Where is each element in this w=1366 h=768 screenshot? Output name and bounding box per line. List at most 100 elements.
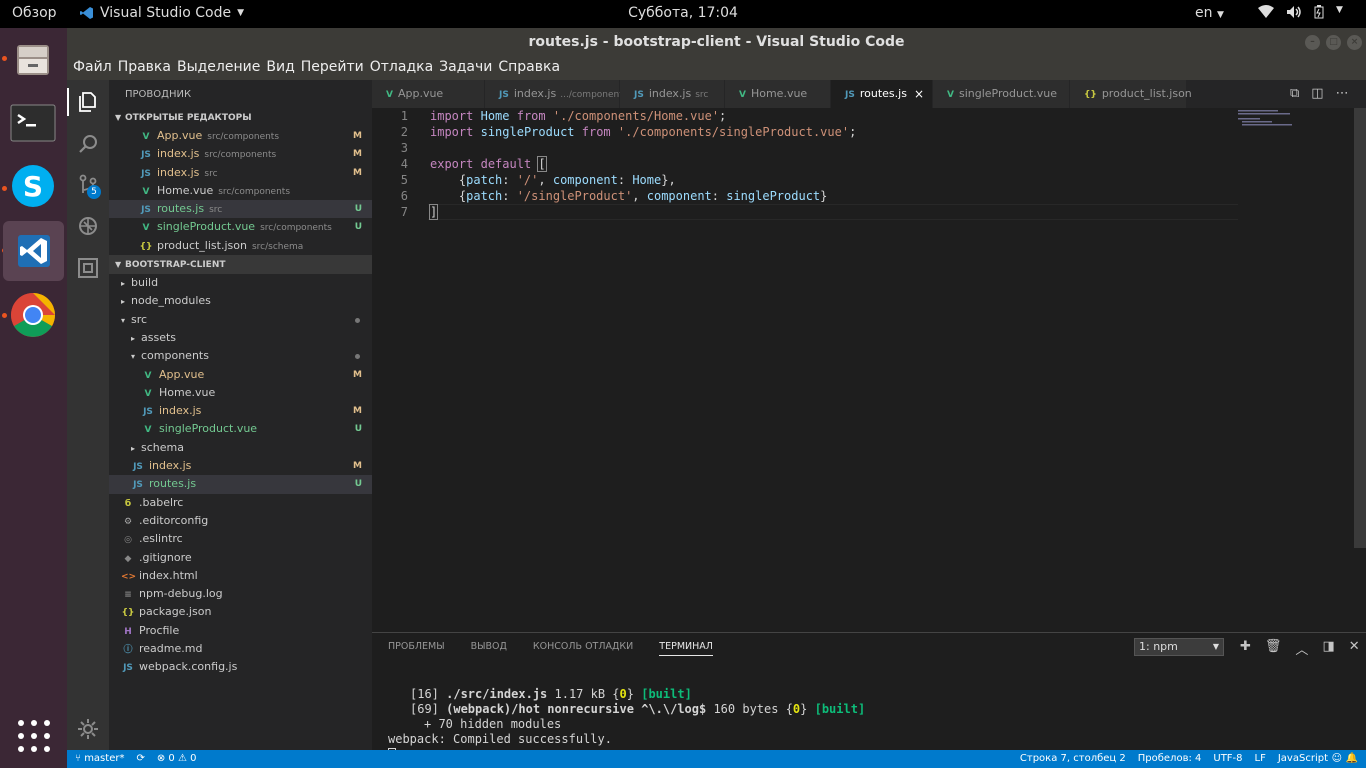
extensions-icon[interactable] xyxy=(76,256,100,280)
editor-tab[interactable]: {} product_list.json xyxy=(1070,80,1192,108)
tab-terminal[interactable]: ТЕРМИНАЛ xyxy=(659,641,713,656)
code-editor[interactable]: 1 2 3 4 5 6 7 import Home from './components/H… xyxy=(372,108,1366,632)
tree-folder[interactable]: ▾ src xyxy=(109,311,372,329)
menu-help[interactable]: Справка xyxy=(498,56,566,80)
minimap[interactable] xyxy=(1238,108,1356,138)
chevron-down-icon: ▼ xyxy=(115,113,122,122)
file-tree: ▸ build ▸ node_modules ▾ src ▸ assets ▾ component… xyxy=(109,274,372,677)
tree-folder[interactable]: ▸ schema xyxy=(109,439,372,457)
bell-icon[interactable]: 🔔 xyxy=(1346,750,1358,768)
git-branch[interactable]: ⑂ master* xyxy=(75,750,124,768)
open-editor-path: src/components xyxy=(260,223,332,234)
split-panel-icon[interactable]: ◨ xyxy=(1322,639,1334,658)
sync-icon[interactable]: ⟳ xyxy=(136,750,144,768)
open-editors-header[interactable]: ▼ ОТКРЫТЫЕ РЕДАКТОРЫ xyxy=(109,108,372,127)
tree-file[interactable]: H Procfile xyxy=(109,622,372,640)
tree-file[interactable]: ≡ npm-debug.log xyxy=(109,585,372,603)
debug-icon[interactable] xyxy=(76,214,100,238)
files-app-icon[interactable] xyxy=(8,34,58,84)
tree-file[interactable]: <> index.html xyxy=(109,567,372,585)
tree-file[interactable]: JS index.js M xyxy=(109,402,372,420)
open-editor-item[interactable]: V App.vue src/components M xyxy=(109,127,372,145)
line-ending[interactable]: LF xyxy=(1255,750,1266,768)
menu-go[interactable]: Перейти xyxy=(301,56,370,80)
tab-problems[interactable]: ПРОБЛЕМЫ xyxy=(388,641,445,656)
open-editor-item[interactable]: JS index.js src/components M xyxy=(109,145,372,163)
search-icon[interactable] xyxy=(76,132,100,156)
open-editor-item[interactable]: VsingleProduct.vue src/components U xyxy=(109,218,372,236)
tree-file[interactable]: V Home.vue xyxy=(109,384,372,402)
editor-tab[interactable]: JS index.js .../components xyxy=(485,80,627,108)
tree-file[interactable]: ⓘ readme.md xyxy=(109,640,372,658)
explorer-sidebar: ПРОВОДНИК ▼ ОТКРЫТЫЕ РЕДАКТОРЫ V App.vue sr… xyxy=(109,80,372,750)
more-actions-icon[interactable]: ⋯ xyxy=(1336,86,1349,101)
vertical-scrollbar[interactable] xyxy=(1354,108,1366,548)
editor-tab[interactable]: JS index.js src xyxy=(620,80,725,108)
tree-folder[interactable]: ▸ build xyxy=(109,274,372,292)
open-editor-item[interactable]: JS routes.js src U xyxy=(109,200,372,219)
editor-tab[interactable]: V Home.vue xyxy=(725,80,831,108)
tab-path: src xyxy=(695,90,709,100)
tree-file[interactable]: ◎ .eslintrc xyxy=(109,530,372,548)
editor-tab[interactable]: V App.vue xyxy=(372,80,485,108)
tree-file[interactable]: {} package.json xyxy=(109,603,372,621)
vscode-app-icon[interactable] xyxy=(3,221,64,281)
split-editor-icon[interactable]: ◫ xyxy=(1311,86,1323,101)
system-tray[interactable]: ▼ xyxy=(1258,5,1343,19)
open-changes-icon[interactable]: ⧉ xyxy=(1290,86,1299,101)
trash-icon[interactable]: 🗑 xyxy=(1265,639,1282,658)
activities-button[interactable]: Обзор xyxy=(12,5,57,21)
terminal-select[interactable]: 1: npm ▼ xyxy=(1134,638,1224,656)
chrome-app-icon[interactable] xyxy=(8,290,58,340)
tree-file[interactable]: VsingleProduct.vue U xyxy=(109,420,372,438)
project-header[interactable]: ▼ BOOTSTRAP-CLIENT xyxy=(109,255,372,275)
tree-folder[interactable]: ▸ assets xyxy=(109,329,372,347)
app-menu[interactable]: Visual Studio Code ▼ xyxy=(80,5,244,21)
tree-file[interactable]: JS index.js M xyxy=(109,457,372,475)
menu-file[interactable]: Файл xyxy=(73,56,118,80)
open-editor-item[interactable]: V Home.vue src/components xyxy=(109,182,372,200)
close-window-button[interactable]: × xyxy=(1347,35,1362,50)
tree-file[interactable]: JS webpack.config.js xyxy=(109,658,372,676)
tree-folder[interactable]: ▸ node_modules xyxy=(109,292,372,310)
maximize-button[interactable]: □ xyxy=(1326,35,1341,50)
tree-file[interactable]: V App.vue M xyxy=(109,366,372,384)
close-tab-icon[interactable]: × xyxy=(914,80,924,108)
terminal-app-icon[interactable] xyxy=(8,98,58,148)
menu-debug[interactable]: Отладка xyxy=(370,56,439,80)
add-terminal-icon[interactable]: ✚ xyxy=(1240,639,1251,658)
tree-file[interactable]: б .babelrc xyxy=(109,494,372,512)
tree-file[interactable]: JS routes.js U xyxy=(109,475,372,494)
language-mode[interactable]: JavaScript xyxy=(1278,750,1328,768)
smiley-icon[interactable]: ☺ xyxy=(1332,750,1342,768)
tree-file[interactable]: ◆ .gitignore xyxy=(109,549,372,567)
keyboard-layout[interactable]: en ▼ xyxy=(1195,5,1224,21)
minimize-button[interactable]: – xyxy=(1305,35,1320,50)
menu-edit[interactable]: Правка xyxy=(118,56,177,80)
cursor-position[interactable]: Строка 7, столбец 2 xyxy=(1020,750,1126,768)
tree-file[interactable]: ⚙ .editorconfig xyxy=(109,512,372,530)
open-editor-item[interactable]: JS index.js src M xyxy=(109,164,372,182)
chevron-up-icon[interactable]: ︿ xyxy=(1295,639,1308,658)
menu-tasks[interactable]: Задачи xyxy=(439,56,498,80)
tab-debug-console[interactable]: КОНСОЛЬ ОТЛАДКИ xyxy=(533,641,633,656)
menu-view[interactable]: Вид xyxy=(266,56,300,80)
clock[interactable]: Суббота, 17:04 xyxy=(628,5,738,21)
show-applications-icon[interactable] xyxy=(18,720,50,752)
close-panel-icon[interactable]: ✕ xyxy=(1349,639,1360,658)
open-editor-item[interactable]: {} product_list.json src/schema xyxy=(109,237,372,255)
js-file-icon: JS xyxy=(499,90,509,100)
editor-tabs: V App.vue JS index.js .../components JS index.… xyxy=(372,80,1366,108)
js-file-icon: JS xyxy=(845,90,855,100)
gear-icon[interactable] xyxy=(76,717,100,741)
indentation[interactable]: Пробелов: 4 xyxy=(1138,750,1202,768)
skype-app-icon[interactable]: S xyxy=(8,161,58,211)
tab-output[interactable]: ВЫВОД xyxy=(471,641,507,656)
editor-tab[interactable]: JS routes.js × xyxy=(831,80,933,108)
editor-tab[interactable]: VsingleProduct.vue xyxy=(933,80,1070,108)
problems-indicator[interactable]: ⊗ 0 ⚠ 0 xyxy=(157,750,197,768)
explorer-icon[interactable] xyxy=(76,90,100,114)
encoding[interactable]: UTF-8 xyxy=(1213,750,1242,768)
menu-selection[interactable]: Выделение xyxy=(177,56,266,80)
tree-folder[interactable]: ▾ components xyxy=(109,347,372,365)
